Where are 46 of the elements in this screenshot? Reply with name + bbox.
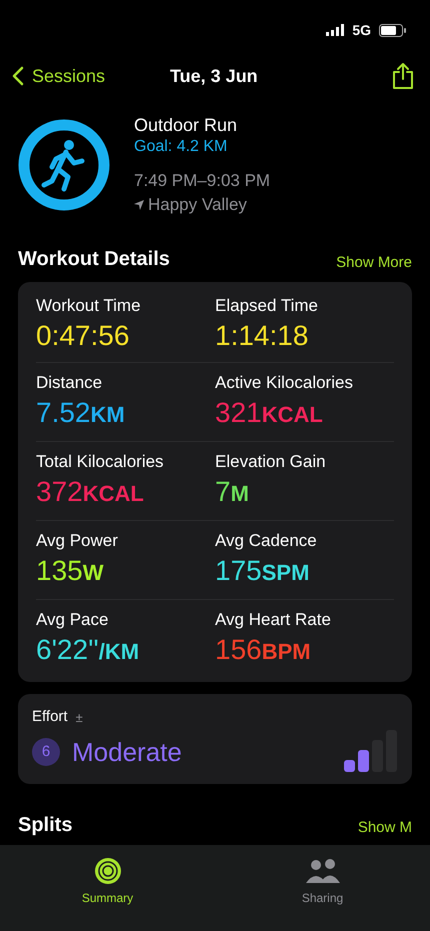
show-more-link[interactable]: Show More — [336, 252, 412, 274]
workout-location: Happy Valley — [148, 194, 247, 216]
location-arrow-icon — [134, 200, 144, 210]
effort-rating: Moderate — [72, 736, 182, 768]
metric-value: 6'22''/KM — [36, 633, 140, 667]
signal-icon — [326, 24, 344, 36]
metric-value: 1:14:18 — [215, 319, 310, 353]
share-icon — [392, 62, 414, 90]
back-button[interactable]: Sessions — [12, 62, 106, 90]
section-title: Workout Details — [18, 247, 170, 272]
metric-value: 7.52KM — [36, 396, 126, 430]
metric-value: 321KCAL — [215, 396, 324, 430]
workout-time: 7:49 PM–9:03 PM — [134, 170, 270, 192]
show-more-link[interactable]: Show M — [358, 817, 412, 840]
effort-score: 6 — [32, 738, 60, 766]
metric-value: 0:47:56 — [36, 319, 130, 353]
network-label: 5G — [352, 20, 371, 40]
metric-value: 372KCAL — [36, 475, 145, 509]
metric-value: 135W — [36, 554, 104, 588]
metric-label: Distance — [36, 372, 104, 394]
chevron-left-icon — [12, 66, 24, 86]
share-button[interactable] — [392, 62, 414, 90]
nav-title: Tue, 3 Jun — [170, 64, 258, 88]
tab[interactable]: Summary — [60, 857, 156, 907]
workout-goal: Goal: 4.2 KM — [134, 137, 228, 157]
people-icon — [304, 857, 340, 885]
metric-label: Active Kilocalories — [215, 372, 354, 394]
metric-label: Avg Power — [36, 530, 119, 552]
adjust-icon: ± — [76, 708, 83, 727]
workout-name: Outdoor Run — [134, 114, 238, 137]
metric-value: 7M — [215, 475, 250, 509]
metric-value: 156BPM — [215, 633, 312, 667]
effort-label: Effort — [32, 707, 68, 727]
metric-label: Avg Cadence — [215, 530, 318, 552]
metric-label: Elevation Gain — [215, 451, 327, 473]
metric-label: Workout Time — [36, 295, 142, 317]
metric-label: Avg Heart Rate — [215, 609, 332, 631]
tab[interactable]: Sharing — [274, 857, 370, 907]
metric-label: Total Kilocalories — [36, 451, 165, 473]
section-title: Splits — [18, 812, 72, 838]
metric-value: 175SPM — [215, 554, 310, 588]
battery-icon — [379, 24, 406, 36]
rings-icon — [94, 857, 122, 885]
metric-label: Avg Pace — [36, 609, 110, 631]
metric-label: Elapsed Time — [215, 295, 319, 317]
running-figure-icon — [18, 119, 110, 211]
